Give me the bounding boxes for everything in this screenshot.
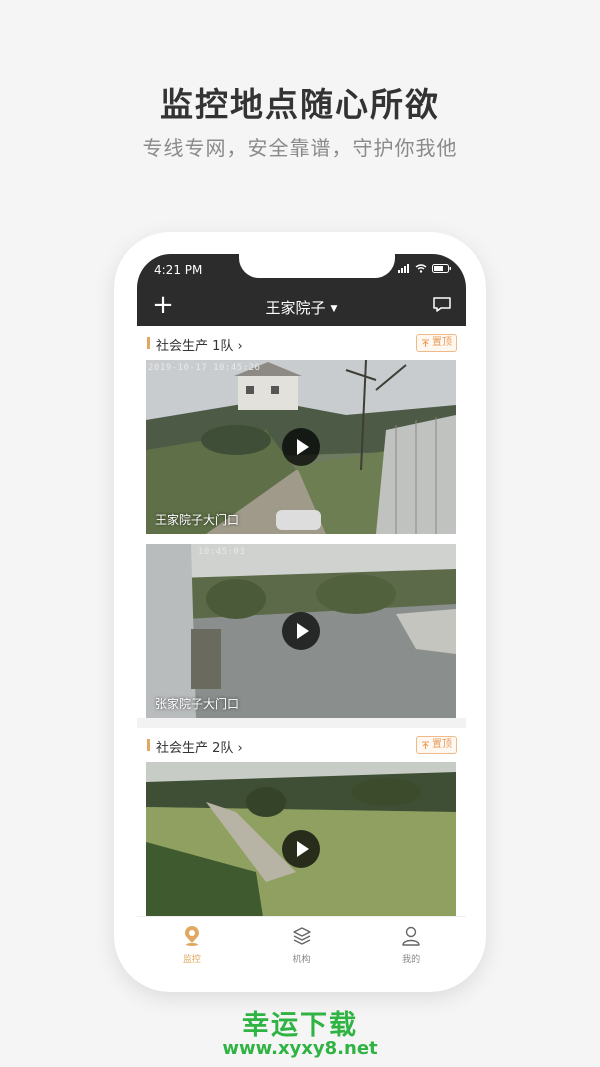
signal-icon <box>398 264 409 273</box>
camera-group: 社会生产 2队 › 置顶 <box>137 728 466 916</box>
message-icon[interactable] <box>432 296 452 318</box>
tab-bar: 监控 机构 我的 <box>137 916 466 971</box>
promo-subline: 专线专网，安全靠谱，守护你我他 <box>142 136 458 160</box>
camera-thumbnail[interactable]: 2019-10-17 10:45:26 王家院子大门口 <box>146 360 456 534</box>
phone-screen: 4:21 PM + 王家院子 ▼ 社会生产 1队 › 置顶 2019-10-17… <box>137 254 466 971</box>
tab-label: 机构 <box>292 955 311 965</box>
tab-label: 监控 <box>182 955 201 965</box>
promo-headline: 监控地点随心所欲 <box>160 85 440 124</box>
watermark-title: 幸运下载 <box>242 1010 358 1041</box>
play-icon[interactable] <box>282 428 320 466</box>
location-pin-icon <box>184 926 199 946</box>
tab-mine[interactable]: 我的 <box>356 917 466 971</box>
tab-label: 我的 <box>402 955 421 965</box>
camera-timestamp: 10:45:03 <box>198 547 246 557</box>
phone-notch <box>239 254 395 278</box>
camera-name: 张家院子大门口 <box>155 697 240 711</box>
status-icons <box>398 264 452 273</box>
chevron-right-icon: › <box>237 339 243 354</box>
play-icon[interactable] <box>282 830 320 868</box>
pin-label: 置顶 <box>432 739 452 750</box>
caret-down-icon: ▼ <box>330 304 338 314</box>
camera-list[interactable]: 社会生产 1队 › 置顶 2019-10-17 10:45:26 王家院子大门口… <box>137 326 466 916</box>
layers-icon <box>292 927 311 945</box>
group-header[interactable]: 社会生产 1队 › 置顶 <box>137 326 466 360</box>
group-header[interactable]: 社会生产 2队 › 置顶 <box>137 728 466 762</box>
group-accent-bar <box>147 739 150 751</box>
camera-group: 社会生产 1队 › 置顶 2019-10-17 10:45:26 王家院子大门口… <box>137 326 466 718</box>
battery-icon <box>432 264 451 273</box>
location-selector[interactable]: 王家院子 ▼ <box>137 297 466 318</box>
camera-thumbnail[interactable]: 10:45:03 张家院子大门口 <box>146 544 456 718</box>
camera-timestamp: 2019-10-17 10:45:26 <box>148 363 261 373</box>
status-time: 4:21 PM <box>154 263 203 277</box>
user-icon <box>402 926 420 946</box>
group-accent-bar <box>147 337 150 349</box>
location-title: 王家院子 <box>265 299 326 317</box>
tab-organization[interactable]: 机构 <box>247 917 357 971</box>
pin-top-button[interactable]: 置顶 <box>416 334 457 352</box>
group-name: 社会生产 1队 › <box>156 339 243 354</box>
pin-label: 置顶 <box>432 337 452 348</box>
app-bar: + 王家院子 ▼ <box>137 288 466 326</box>
status-bar: 4:21 PM <box>137 254 466 288</box>
tab-monitor[interactable]: 监控 <box>137 917 247 971</box>
play-icon[interactable] <box>282 612 320 650</box>
camera-thumbnail[interactable] <box>146 762 456 916</box>
pin-top-button[interactable]: 置顶 <box>416 736 457 754</box>
wifi-icon <box>415 264 427 273</box>
watermark-url: www.xyxy8.net <box>222 1038 378 1059</box>
pin-icon <box>422 338 429 347</box>
chevron-right-icon: › <box>237 741 243 756</box>
group-name: 社会生产 2队 › <box>156 741 243 756</box>
camera-name: 王家院子大门口 <box>155 513 240 527</box>
pin-icon <box>422 740 429 749</box>
